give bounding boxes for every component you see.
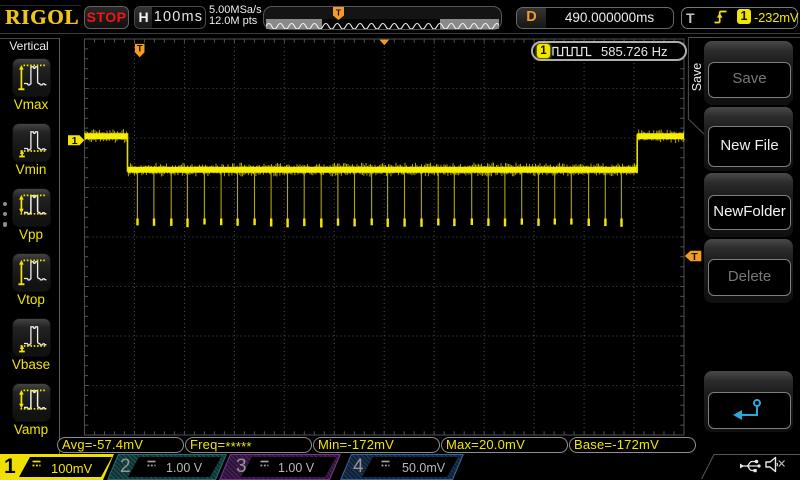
svg-text:1: 1 [72,135,78,147]
svg-text:T: T [691,251,698,263]
svg-text:T: T [137,44,143,55]
